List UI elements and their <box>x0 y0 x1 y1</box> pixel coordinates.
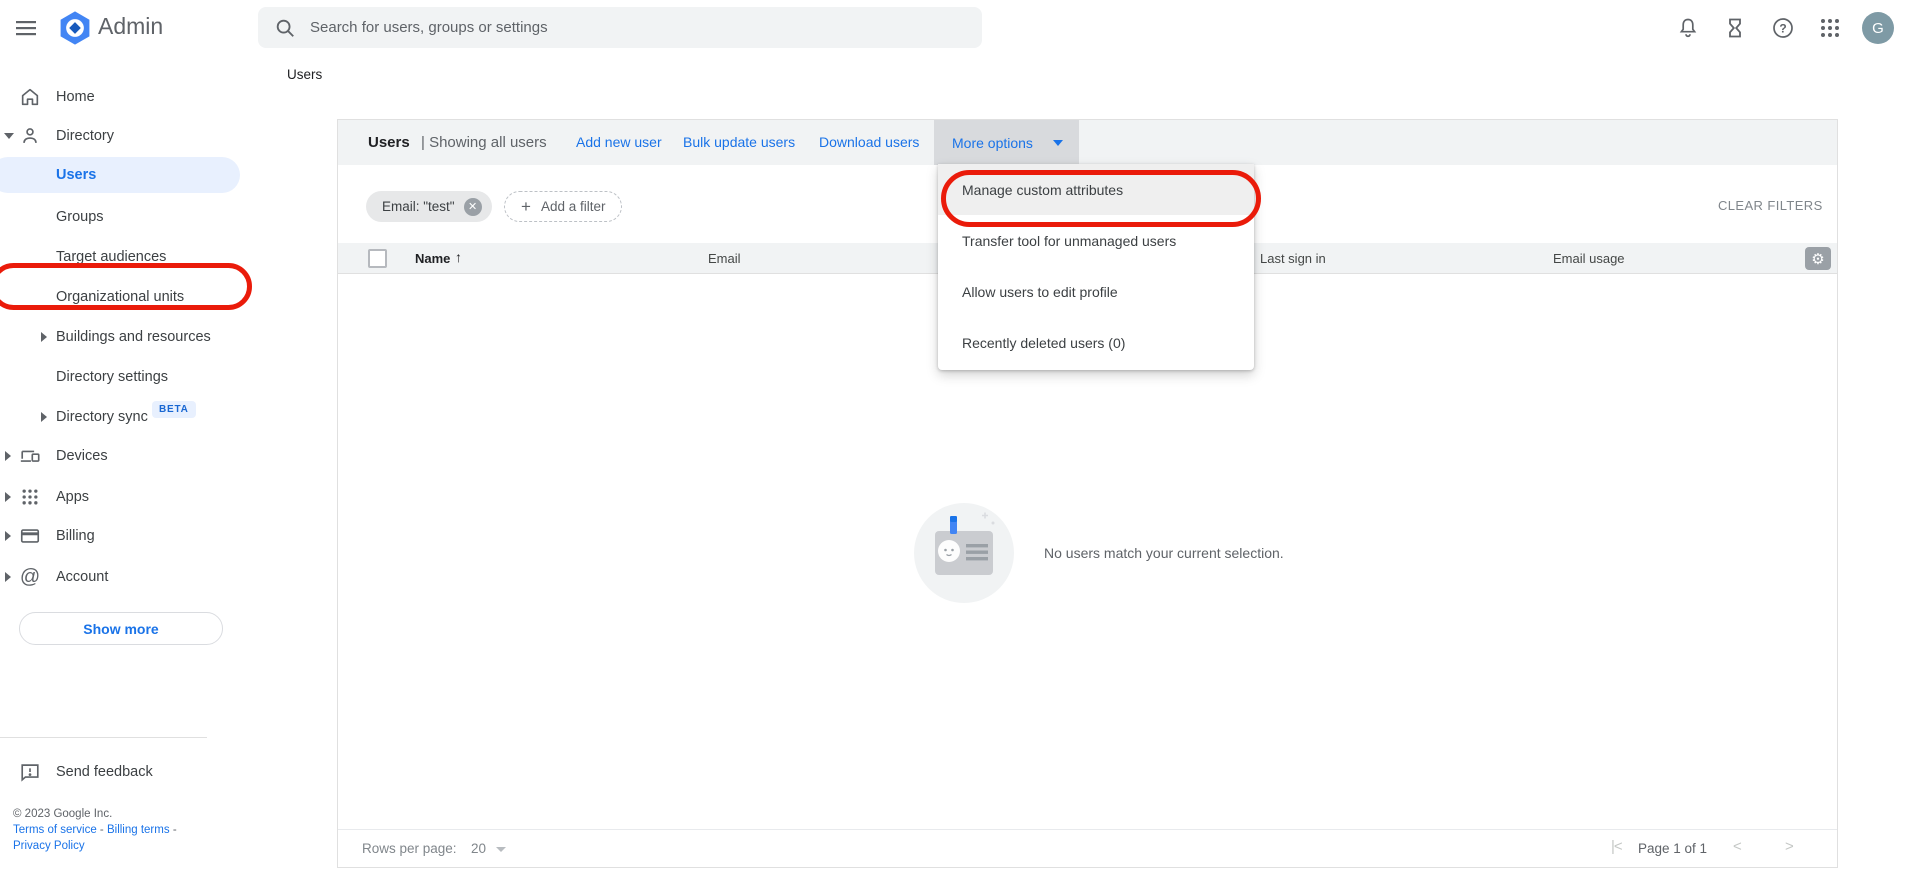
chevron-right-icon[interactable] <box>41 332 47 342</box>
sidebar-item-users[interactable]: Users <box>0 162 250 188</box>
add-filter-button[interactable]: + Add a filter <box>504 191 622 222</box>
sidebar-item-billing[interactable]: Billing <box>0 523 250 549</box>
download-users-link[interactable]: Download users <box>819 134 919 150</box>
menu-item-recently-deleted-users[interactable]: Recently deleted users (0) <box>938 317 1254 368</box>
home-icon <box>18 85 42 109</box>
feedback-icon <box>18 760 42 784</box>
sidebar-item-apps[interactable]: Apps <box>0 484 250 510</box>
toolbar-title: Users <box>368 134 410 151</box>
at-sign-icon: @ <box>18 565 42 589</box>
sidebar-item-organizational-units[interactable]: Organizational units <box>0 284 250 310</box>
sidebar-divider <box>0 737 207 738</box>
add-new-user-link[interactable]: Add new user <box>576 134 662 150</box>
menu-item-manage-custom-attributes[interactable]: Manage custom attributes <box>938 164 1254 215</box>
menu-item-transfer-tool[interactable]: Transfer tool for unmanaged users <box>938 215 1254 266</box>
page-breadcrumb: Users <box>287 67 322 82</box>
column-header-last-sign-in[interactable]: Last sign in <box>1260 251 1326 266</box>
notifications-bell-icon[interactable] <box>1676 16 1700 40</box>
credit-card-icon <box>18 524 42 548</box>
sidebar-item-directory-sync[interactable]: Directory sync BETA <box>0 404 250 430</box>
empty-state-message: No users match your current selection. <box>1044 545 1284 561</box>
clear-filters-button[interactable]: CLEAR FILTERS <box>1718 198 1823 213</box>
global-search[interactable] <box>258 7 982 48</box>
svg-text:?: ? <box>1779 21 1786 35</box>
empty-state: No users match your current selection. <box>914 503 1284 603</box>
prev-page-icon[interactable]: < <box>1733 838 1741 855</box>
remove-filter-icon[interactable]: ✕ <box>464 198 482 216</box>
column-header-email[interactable]: Email <box>708 251 741 266</box>
copyright-text: © 2023 Google Inc. <box>13 806 177 822</box>
more-options-button[interactable]: More options <box>934 120 1079 165</box>
devices-icon <box>18 444 42 468</box>
next-page-icon[interactable]: > <box>1785 838 1793 855</box>
select-all-checkbox[interactable] <box>368 249 387 268</box>
sidebar-item-target-audiences[interactable]: Target audiences <box>0 244 250 270</box>
toolbar-subtitle: | Showing all users <box>421 134 547 151</box>
sidebar-item-directory[interactable]: Directory <box>0 123 250 149</box>
rows-per-page-label: Rows per page: <box>362 841 457 856</box>
chevron-right-icon[interactable] <box>5 572 11 582</box>
sidebar-item-groups[interactable]: Groups <box>0 204 250 230</box>
more-options-menu: Manage custom attributes Transfer tool f… <box>938 164 1254 370</box>
app-header: Admin ? G <box>0 0 1908 56</box>
manage-columns-gear-icon[interactable]: ⚙ <box>1805 247 1831 270</box>
help-icon[interactable]: ? <box>1771 16 1795 40</box>
first-page-icon[interactable]: |< <box>1611 838 1622 855</box>
sidebar-item-home[interactable]: Home <box>0 84 250 110</box>
column-header-email-usage[interactable]: Email usage <box>1553 251 1625 266</box>
menu-hamburger-icon[interactable] <box>14 16 40 40</box>
terms-of-service-link[interactable]: Terms of service <box>13 824 97 836</box>
search-input[interactable] <box>310 19 930 36</box>
chevron-right-icon[interactable] <box>5 531 11 541</box>
column-header-name[interactable]: Name <box>415 251 450 266</box>
person-icon <box>18 124 42 148</box>
billing-terms-link[interactable]: Billing terms <box>107 824 170 836</box>
rows-per-page-select[interactable]: 20 <box>471 841 486 856</box>
plus-icon: + <box>521 197 531 217</box>
sidebar-item-account[interactable]: @ Account <box>0 564 250 590</box>
bulk-update-users-link[interactable]: Bulk update users <box>683 134 795 150</box>
hourglass-icon[interactable] <box>1723 16 1747 40</box>
menu-item-allow-users-edit-profile[interactable]: Allow users to edit profile <box>938 266 1254 317</box>
sidebar-item-devices[interactable]: Devices <box>0 443 250 469</box>
chevron-down-icon[interactable] <box>496 847 506 852</box>
send-feedback-link[interactable]: Send feedback <box>0 759 250 785</box>
table-footer: Rows per page: 20 |< Page 1 of 1 < > <box>338 829 1837 867</box>
chevron-right-icon[interactable] <box>5 492 11 502</box>
google-admin-logo <box>56 9 94 47</box>
sidebar-item-buildings-resources[interactable]: Buildings and resources <box>0 324 250 350</box>
page-indicator: Page 1 of 1 <box>1638 841 1707 856</box>
chevron-down-icon <box>1053 140 1063 146</box>
sidebar-nav: Home Directory Users Groups Target audie… <box>0 56 258 872</box>
account-avatar[interactable]: G <box>1862 12 1894 44</box>
sort-ascending-icon[interactable]: ↑ <box>455 249 462 265</box>
users-toolbar: Users | Showing all users Add new user B… <box>338 120 1837 165</box>
search-icon <box>274 17 296 39</box>
sidebar-item-directory-settings[interactable]: Directory settings <box>0 364 250 390</box>
apps-grid-icon[interactable] <box>1818 16 1842 40</box>
chevron-down-icon[interactable] <box>4 133 14 139</box>
chevron-right-icon[interactable] <box>5 451 11 461</box>
show-more-button[interactable]: Show more <box>19 612 223 645</box>
legal-footer: © 2023 Google Inc. Terms of service - Bi… <box>13 806 177 854</box>
product-name: Admin <box>98 13 163 40</box>
privacy-policy-link[interactable]: Privacy Policy <box>13 840 85 852</box>
chevron-right-icon[interactable] <box>41 412 47 422</box>
beta-badge: BETA <box>152 401 196 418</box>
apps-icon <box>18 485 42 509</box>
empty-state-illustration <box>914 503 1014 603</box>
filter-chip-email[interactable]: Email: "test" ✕ <box>366 191 492 222</box>
